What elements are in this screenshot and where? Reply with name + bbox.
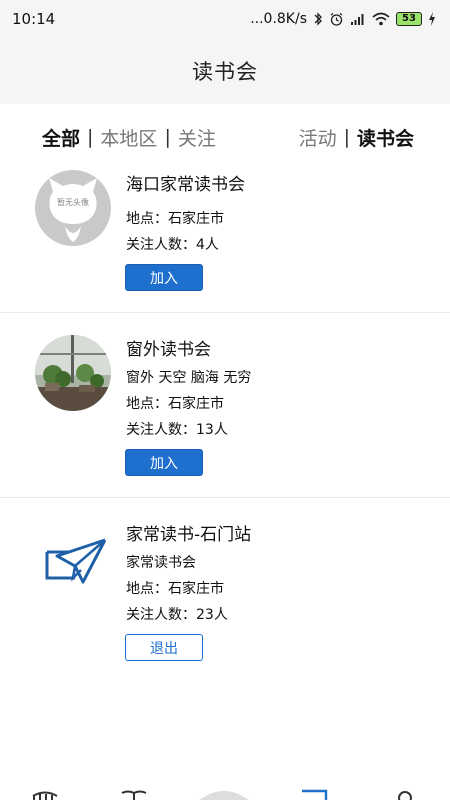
club-location: 地点：石家庄市 bbox=[126, 581, 224, 597]
filter-separator: | bbox=[87, 126, 94, 148]
avatar-window-photo bbox=[35, 335, 111, 411]
filter-separator: | bbox=[164, 126, 171, 148]
page-title: 读书会 bbox=[192, 60, 258, 84]
bottom-tab-bar bbox=[0, 786, 450, 800]
signal-hd-icon bbox=[350, 12, 366, 26]
tab-center-button[interactable] bbox=[196, 786, 252, 800]
bluetooth-icon bbox=[313, 12, 323, 26]
club-name[interactable]: 海口家常读书会 bbox=[126, 170, 245, 195]
network-speed: ...0.8K/s bbox=[250, 11, 307, 27]
paper-plane-icon bbox=[35, 522, 111, 598]
join-button[interactable]: 加入 bbox=[125, 264, 203, 291]
battery-icon: 53 bbox=[396, 12, 422, 26]
list-item[interactable]: 暂无头像 海口家常读书会 地点：石家庄市 关注人数：4人 加入 bbox=[0, 160, 450, 313]
filter-separator: | bbox=[343, 126, 350, 148]
club-tags: 窗外 天空 脑海 无穷 bbox=[126, 370, 252, 386]
filter-book-clubs[interactable]: 读书会 bbox=[357, 124, 414, 151]
filter-bar: 全部 | 本地区 | 关注 活动 | 读书会 bbox=[0, 118, 450, 156]
filter-group-type: 活动 | 读书会 bbox=[299, 124, 414, 151]
club-name[interactable]: 家常读书-石门站 bbox=[126, 520, 251, 545]
filter-following[interactable]: 关注 bbox=[178, 124, 216, 151]
status-time: 10:14 bbox=[12, 10, 56, 28]
club-followers: 关注人数：13人 bbox=[126, 422, 228, 438]
filter-local-region[interactable]: 本地区 bbox=[100, 124, 157, 151]
club-followers: 关注人数：23人 bbox=[126, 607, 228, 623]
club-followers: 关注人数：4人 bbox=[126, 237, 219, 253]
join-button[interactable]: 加入 bbox=[125, 449, 203, 476]
filter-all[interactable]: 全部 bbox=[42, 124, 80, 151]
status-bar: 10:14 ...0.8K/s 53 bbox=[0, 0, 450, 38]
tab-book-icon[interactable] bbox=[120, 786, 148, 800]
club-location: 地点：石家庄市 bbox=[126, 396, 224, 412]
status-icons: ...0.8K/s 53 bbox=[250, 11, 436, 27]
wifi-icon bbox=[372, 12, 390, 26]
club-name[interactable]: 窗外读书会 bbox=[126, 335, 211, 360]
filter-group-scope: 全部 | 本地区 | 关注 bbox=[42, 124, 216, 151]
avatar-placeholder: 暂无头像 bbox=[35, 170, 111, 246]
club-location: 地点：石家庄市 bbox=[126, 211, 224, 227]
club-description: 家常读书会 bbox=[126, 555, 196, 571]
avatar-text: 暂无头像 bbox=[57, 197, 89, 207]
tab-reading-club-icon[interactable] bbox=[300, 786, 330, 800]
tab-home-icon[interactable] bbox=[32, 786, 58, 800]
title-bar: 读书会 bbox=[0, 38, 450, 104]
alarm-icon bbox=[329, 12, 344, 27]
quit-button[interactable]: 退出 bbox=[125, 634, 203, 661]
list-item[interactable]: 窗外读书会 窗外 天空 脑海 无穷 地点：石家庄市 关注人数：13人 加入 bbox=[0, 313, 450, 498]
list-item[interactable]: 家常读书-石门站 家常读书会 地点：石家庄市 关注人数：23人 退出 bbox=[0, 498, 450, 688]
filter-activities[interactable]: 活动 bbox=[299, 124, 337, 151]
tab-profile-icon[interactable] bbox=[394, 786, 416, 800]
charging-icon bbox=[428, 12, 436, 26]
